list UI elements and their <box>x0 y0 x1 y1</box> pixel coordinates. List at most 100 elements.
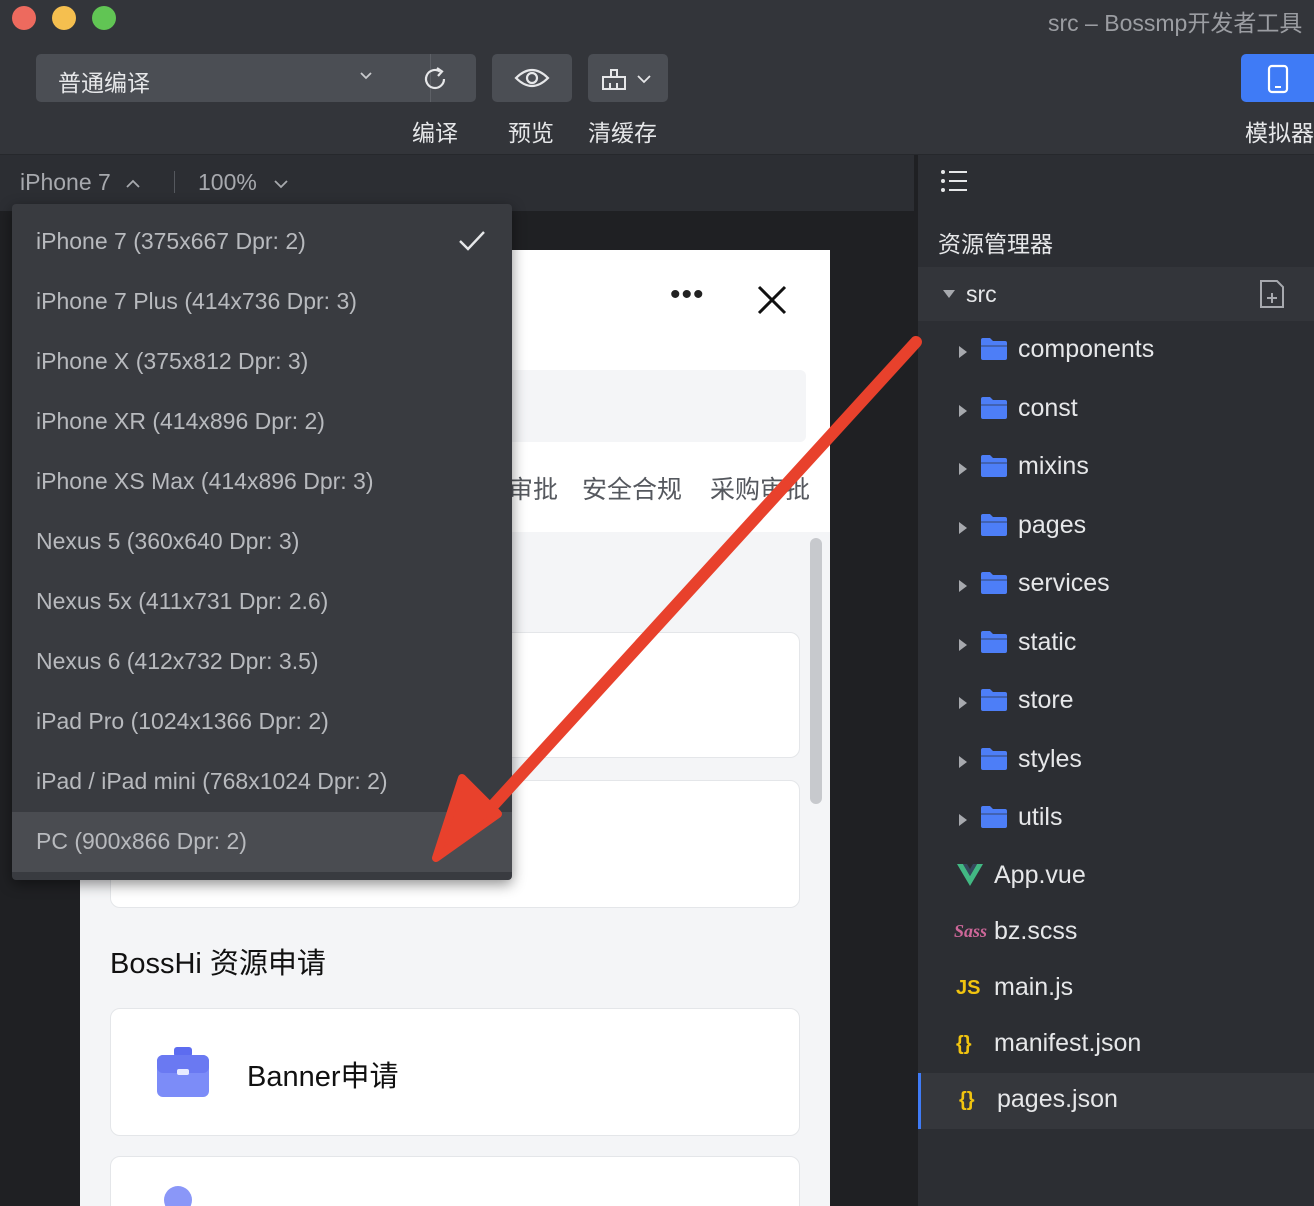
phone-icon <box>1267 64 1289 94</box>
clear-cache-button[interactable] <box>588 54 668 102</box>
device-menu-item[interactable]: iPhone XR (414x896 Dpr: 2) <box>12 392 512 452</box>
caret-right-icon <box>959 346 967 358</box>
tree-root-src[interactable]: src <box>918 267 1314 321</box>
tree-file[interactable]: JS main.js <box>918 961 1314 1017</box>
tree-folder-components[interactable]: components <box>918 323 1314 379</box>
simulator-button[interactable] <box>1241 54 1314 102</box>
chevron-down-icon <box>274 180 288 189</box>
user-icon <box>164 1186 192 1206</box>
explorer-panel: 资源管理器 src components const mixins pages serv… <box>918 155 1314 1206</box>
device-menu-item[interactable]: iPhone X (375x812 Dpr: 3) <box>12 332 512 392</box>
folder-icon <box>981 338 1007 360</box>
folder-icon <box>981 747 1007 770</box>
tree-folder-store[interactable]: store <box>918 674 1314 730</box>
scrollbar[interactable] <box>810 538 822 804</box>
device-menu-item-label: iPhone X (375x812 Dpr: 3) <box>36 348 309 374</box>
tab-security-compliance[interactable]: 安全合规 <box>582 470 682 506</box>
folder-icon <box>981 396 1007 419</box>
compile-mode-select[interactable]: 普通编译 <box>36 54 476 102</box>
device-menu-item[interactable]: iPhone 7 Plus (414x736 Dpr: 3) <box>12 272 512 332</box>
tree-folder-label: pages <box>1018 510 1087 539</box>
device-menu-item-label: iPhone 7 (375x667 Dpr: 2) <box>36 228 306 254</box>
tree-file[interactable]: App.vue <box>918 849 1314 905</box>
zoom-select-label: 100% <box>198 169 257 195</box>
device-menu-item-label: Nexus 5x (411x731 Dpr: 2.6) <box>36 588 329 614</box>
caret-right-icon <box>959 697 967 709</box>
device-menu-item[interactable]: PC (900x866 Dpr: 2) <box>12 812 512 872</box>
close-window-button[interactable] <box>12 6 36 30</box>
device-menu-item[interactable]: Nexus 6 (412x732 Dpr: 3.5) <box>12 632 512 692</box>
caret-right-icon <box>959 638 967 651</box>
json-icon: {} <box>956 1033 972 1055</box>
close-icon[interactable] <box>756 284 788 316</box>
compile-label: 编译 <box>412 120 458 146</box>
tree-folder-styles[interactable]: styles <box>918 733 1314 789</box>
tree-folder-pages[interactable]: pages <box>918 499 1314 555</box>
device-menu-item[interactable]: Nexus 5 (360x640 Dpr: 3) <box>12 512 512 572</box>
maximize-window-button[interactable] <box>92 6 116 30</box>
tree-folder-static[interactable]: static <box>918 616 1314 672</box>
device-menu-item-label: Nexus 5 (360x640 Dpr: 3) <box>36 528 300 554</box>
list-item-banner[interactable]: Banner申请 <box>110 1008 800 1136</box>
tab-approval[interactable]: 审批 <box>508 470 558 506</box>
caret-right-icon <box>959 404 967 417</box>
tree-file[interactable]: {} pages.json <box>918 1073 1314 1129</box>
tree-file[interactable]: {} manifest.json <box>918 1017 1314 1073</box>
tree-folder-label: const <box>1018 393 1078 422</box>
zoom-select[interactable]: 100% <box>198 169 289 196</box>
device-dropdown-menu: iPhone 7 (375x667 Dpr: 2) iPhone 7 Plus (… <box>12 204 512 880</box>
caret-right-icon <box>959 521 967 534</box>
device-select[interactable]: iPhone 7 <box>20 169 141 196</box>
tree-file-label: App.vue <box>994 861 1086 889</box>
device-menu-item[interactable]: iPhone XS Max (414x896 Dpr: 3) <box>12 452 512 512</box>
tree-file-label: bz.scss <box>994 917 1078 945</box>
javascript-icon: JS <box>956 977 981 999</box>
list-icon[interactable] <box>940 169 968 193</box>
tree-folder-services[interactable]: services <box>918 557 1314 613</box>
new-file-icon[interactable] <box>1258 279 1286 309</box>
clear-cache-label: 清缓存 <box>588 120 657 146</box>
device-menu-item-label: iPhone 7 Plus (414x736 Dpr: 3) <box>36 288 357 314</box>
explorer-title: 资源管理器 <box>938 231 1053 257</box>
tree-folder-label: components <box>1018 335 1155 363</box>
tree-file-label: manifest.json <box>994 1029 1142 1057</box>
section-title: BossHi 资源申请 <box>110 948 326 980</box>
tab-purchase-approval[interactable]: 采购审批 <box>710 470 810 506</box>
check-icon <box>459 231 485 251</box>
device-bar: iPhone 7 100% <box>0 155 914 211</box>
tree-file-label: main.js <box>994 973 1074 1001</box>
caret-down-icon <box>943 290 955 298</box>
preview-button[interactable] <box>492 54 572 102</box>
device-menu-item[interactable]: iPad / iPad mini (768x1024 Dpr: 2) <box>12 752 512 812</box>
card-label: Banner申请 <box>247 1061 399 1093</box>
device-menu-item-label: iPad / iPad mini (768x1024 Dpr: 2) <box>36 768 388 794</box>
device-menu-item[interactable]: iPad Pro (1024x1366 Dpr: 2) <box>12 692 512 752</box>
tree-folder-utils[interactable]: utils <box>918 791 1314 847</box>
toolbar: src – Bossmp开发者工具 普通编译 编译 预览 清缓存 模拟器 <box>0 0 1314 154</box>
tree-folder-const[interactable]: const <box>918 382 1314 438</box>
folder-icon <box>981 630 1007 653</box>
device-select-label: iPhone 7 <box>20 169 111 195</box>
folder-icon <box>981 513 1007 536</box>
tree-folder-label: services <box>1018 569 1110 597</box>
tree-file[interactable]: Sass bz.scss <box>918 905 1314 961</box>
list-item[interactable] <box>110 1156 800 1206</box>
more-icon[interactable]: ••• <box>670 278 705 312</box>
chevron-down-icon <box>637 75 651 84</box>
device-menu-item-label: Nexus 6 (412x732 Dpr: 3.5) <box>36 648 319 674</box>
window-title: src – Bossmp开发者工具 <box>1048 10 1303 36</box>
compile-mode-label: 普通编译 <box>58 70 150 96</box>
folder-icon <box>981 689 1007 711</box>
tree-folder-mixins[interactable]: mixins <box>918 440 1314 496</box>
device-menu-item[interactable]: Nexus 5x (411x731 Dpr: 2.6) <box>12 572 512 632</box>
minimize-window-button[interactable] <box>52 6 76 30</box>
device-menu-item[interactable]: iPhone 7 (375x667 Dpr: 2) <box>12 212 512 272</box>
refresh-icon[interactable] <box>420 64 450 94</box>
simulator-label: 模拟器 <box>1245 120 1314 146</box>
device-menu-item-label: iPad Pro (1024x1366 Dpr: 2) <box>36 708 329 734</box>
folder-icon <box>981 572 1007 594</box>
caret-right-icon <box>959 814 967 826</box>
tree-file-label: pages.json <box>997 1085 1118 1113</box>
vue-icon <box>957 864 983 886</box>
tree-root-label: src <box>966 281 997 307</box>
